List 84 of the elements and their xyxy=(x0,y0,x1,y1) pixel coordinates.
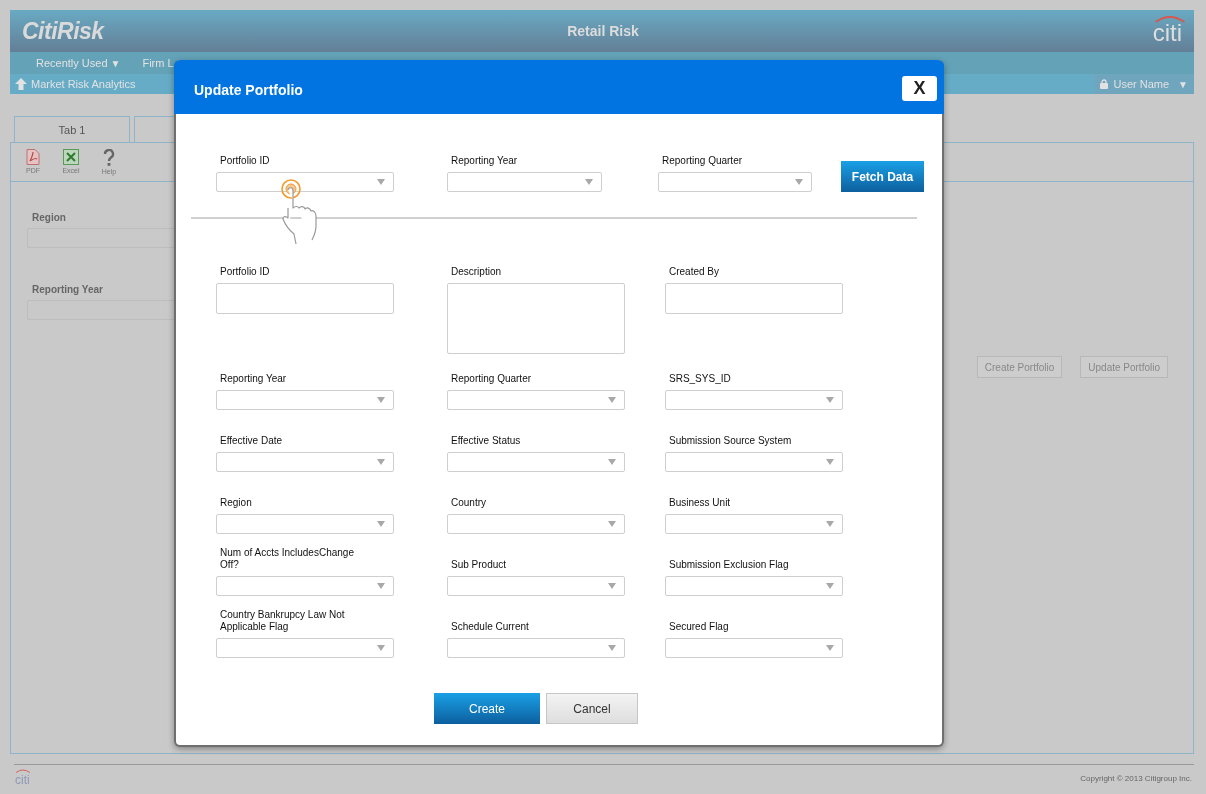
field-label: Description xyxy=(450,266,503,278)
field-label: Reporting Quarter xyxy=(450,373,533,385)
field-label: Created By xyxy=(668,266,721,278)
create-button[interactable]: Create xyxy=(434,693,540,724)
breadcrumb-link[interactable]: Market Risk Analytics xyxy=(31,78,136,90)
dropdown[interactable] xyxy=(665,452,843,472)
fetch-data-button[interactable]: Fetch Data xyxy=(841,161,924,192)
field-label: Effective Status xyxy=(450,435,522,447)
copyright-text: Copyright © 2013 Citigroup Inc. xyxy=(1080,774,1192,783)
caret-icon xyxy=(826,645,834,651)
field-label: Reporting Year xyxy=(450,155,519,167)
dropdown[interactable] xyxy=(447,172,602,192)
field-label: Portfolio ID xyxy=(219,266,271,278)
dropdown[interactable] xyxy=(216,638,394,658)
dropdown[interactable] xyxy=(447,514,625,534)
cancel-button[interactable]: Cancel xyxy=(546,693,638,724)
caret-icon xyxy=(608,645,616,651)
caret-icon xyxy=(608,521,616,527)
dropdown[interactable] xyxy=(216,514,394,534)
action-button[interactable]: Update Portfolio xyxy=(1080,356,1168,378)
spreadsheet-icon xyxy=(63,149,79,165)
lock-icon xyxy=(1100,79,1109,89)
field-label: Reporting Year xyxy=(32,284,104,295)
dropdown[interactable] xyxy=(216,390,394,410)
tab[interactable]: Tab 1 xyxy=(14,116,130,142)
input-field[interactable] xyxy=(216,283,394,314)
nav-menu-item[interactable]: Firm L xyxy=(142,57,174,69)
dropdown[interactable] xyxy=(216,452,394,472)
caret-icon xyxy=(377,521,385,527)
field-label: Num of Accts IncludesChange Off? xyxy=(219,547,355,571)
dropdown[interactable] xyxy=(658,172,812,192)
dropdown[interactable] xyxy=(216,172,394,192)
dropdown[interactable] xyxy=(447,576,625,596)
field-label: Reporting Year xyxy=(219,373,288,385)
caret-icon xyxy=(795,179,803,185)
help-icon xyxy=(103,149,115,166)
field-label: SRS_SYS_ID xyxy=(668,373,732,385)
field-label: Sub Product xyxy=(450,559,508,571)
field-label: Schedule Current xyxy=(450,621,530,633)
field-label: Submission Source System xyxy=(668,435,793,447)
field-label: Region xyxy=(32,212,67,223)
app-logo: CitiRisk xyxy=(22,17,104,45)
field-label: Country xyxy=(450,497,487,509)
close-button[interactable]: X xyxy=(902,75,937,101)
field-label: Submission Exclusion Flag xyxy=(668,559,790,571)
caret-icon xyxy=(826,459,834,465)
pdf-icon xyxy=(26,149,40,165)
caret-icon xyxy=(585,179,593,185)
field-label: Effective Date xyxy=(219,435,284,447)
brand-logo: citi xyxy=(1150,14,1184,48)
caret-icon xyxy=(377,583,385,589)
user-menu[interactable]: User Name ▼ xyxy=(1094,74,1194,94)
up-arrow-icon[interactable] xyxy=(15,78,27,90)
app-title: Retail Risk xyxy=(567,23,639,39)
field-label: Portfolio ID xyxy=(219,155,271,167)
caret-icon xyxy=(608,583,616,589)
dropdown[interactable] xyxy=(665,514,843,534)
dropdown[interactable] xyxy=(665,390,843,410)
dropdown[interactable] xyxy=(665,576,843,596)
caret-icon xyxy=(377,397,385,403)
caret-icon xyxy=(826,397,834,403)
dropdown[interactable] xyxy=(447,638,625,658)
footer-logo: citi xyxy=(14,769,31,788)
field-label: Secured Flag xyxy=(668,621,730,633)
dropdown[interactable] xyxy=(447,452,625,472)
field-label: Reporting Quarter xyxy=(661,155,744,167)
input-field[interactable] xyxy=(665,283,843,314)
field-label: Business Unit xyxy=(668,497,732,509)
caret-icon xyxy=(826,583,834,589)
dropdown[interactable] xyxy=(447,390,625,410)
field-label: Country Bankrupcy Law Not Applicable Flag xyxy=(219,609,346,633)
dialog-title: Update Portfolio xyxy=(194,82,303,98)
caret-icon xyxy=(377,459,385,465)
caret-icon xyxy=(377,645,385,651)
action-button[interactable]: Create Portfolio xyxy=(976,356,1063,378)
caret-icon xyxy=(826,521,834,527)
text-area[interactable] xyxy=(447,283,625,354)
caret-icon xyxy=(608,459,616,465)
dropdown[interactable] xyxy=(216,576,394,596)
caret-icon xyxy=(608,397,616,403)
nav-menu-item[interactable]: Recently Used ▼ xyxy=(36,57,121,69)
dropdown[interactable] xyxy=(665,638,843,658)
field-label: Region xyxy=(219,497,253,509)
caret-icon xyxy=(377,179,385,185)
